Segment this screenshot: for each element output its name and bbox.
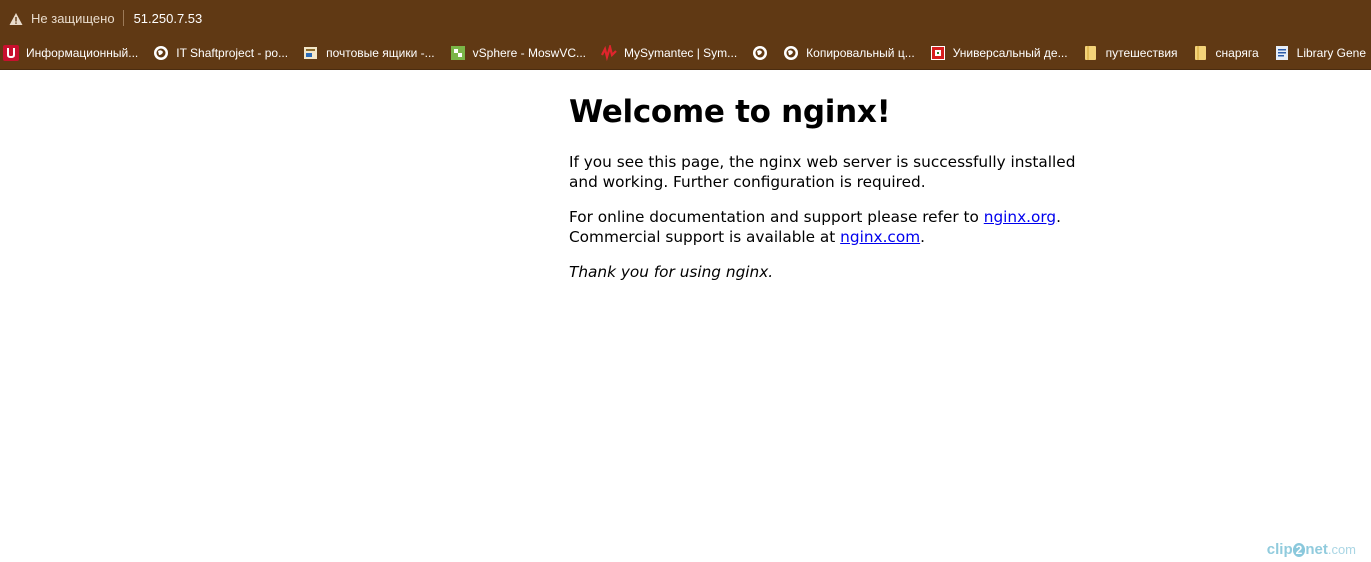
globe-icon [752,45,768,61]
globe-icon [153,45,169,61]
folder-icon [1083,45,1099,61]
bookmark-item[interactable]: почтовые ящики -... [303,41,440,65]
nginx-com-link[interactable]: nginx.com [840,228,920,246]
documentation-paragraph: For online documentation and support ple… [569,208,1089,247]
security-status[interactable]: Не защищено [31,11,115,26]
address-separator [122,10,124,26]
page-content: Welcome to nginx! If you see this page, … [569,94,1089,299]
u-logo-icon [3,44,19,61]
vsphere-icon [450,45,466,61]
clip2net-watermark: clip 2 net.com [1267,541,1356,558]
bookmark-label: снаряга [1215,45,1259,60]
watermark-net: net [1305,541,1328,558]
warning-icon[interactable] [9,11,23,25]
bookmark-label: Копировальный ц... [806,45,915,60]
commercial-text: Commercial support is available at [569,227,841,246]
bookmark-item[interactable]: vSphere - MoswVC... [450,41,591,65]
library-icon [1274,45,1290,61]
bookmark-item[interactable]: Копировальный ц... [783,41,920,65]
bookmark-label: почтовые ящики -... [326,45,435,60]
bookmark-item[interactable]: Универсальный де... [930,41,1073,65]
bookmark-label: Универсальный де... [952,45,1068,60]
folder-icon [1193,45,1209,61]
bookmark-item[interactable]: IT Shaftproject - po... [153,41,293,65]
watermark-two: 2 [1292,543,1306,557]
nginx-org-link[interactable]: nginx.org [984,208,1056,226]
doc-period: . [1056,208,1061,226]
bookmark-item[interactable]: путешествия [1083,41,1183,65]
commercial-period: . [920,227,925,246]
page-title: Welcome to nginx! [569,94,891,130]
red-logo-icon [930,45,946,61]
mail-page-icon [303,45,319,61]
bookmark-item[interactable]: MySymantec | Sym... [601,41,742,65]
bookmark-label: Library Gene [1296,45,1367,60]
thanks-paragraph: Thank you for using nginx. [569,263,1089,283]
watermark-clip: clip [1266,541,1293,558]
bookmarks-bar: Информационный... IT Shaftproject - po...… [0,36,1371,70]
bookmark-item[interactable] [752,41,780,65]
bookmark-label: MySymantec | Sym... [624,45,738,60]
bookmark-label: путешествия [1105,45,1178,60]
intro-paragraph: If you see this page, the nginx web serv… [569,153,1076,191]
symantec-icon [601,44,617,61]
thanks-text: Thank you for using nginx. [569,263,774,281]
doc-text: For online documentation and support ple… [569,208,984,226]
bookmark-label: IT Shaftproject - po... [176,45,289,60]
bookmark-label: Информационный... [26,45,139,60]
address-bar[interactable]: Не защищено 51.250.7.53 [0,0,1371,36]
bookmark-item[interactable]: Информационный... [3,41,143,65]
bookmark-item[interactable]: снаряга [1193,41,1264,65]
bookmark-label: vSphere - MoswVC... [472,45,587,60]
bookmark-item[interactable]: Library Gene [1274,41,1371,65]
globe-icon [783,45,799,61]
url-text[interactable]: 51.250.7.53 [134,11,203,26]
watermark-com: .com [1327,542,1356,557]
